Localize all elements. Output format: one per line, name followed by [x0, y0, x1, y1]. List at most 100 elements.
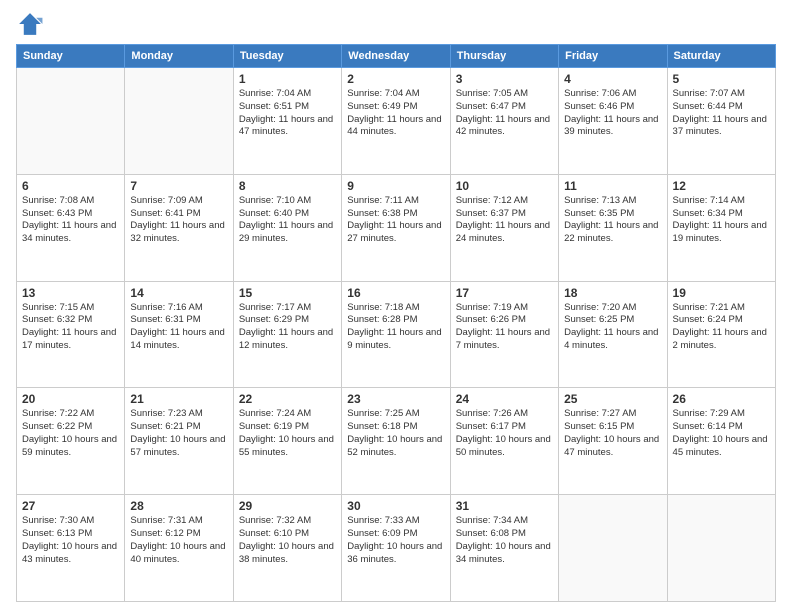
- day-number: 15: [239, 286, 336, 300]
- day-number: 20: [22, 392, 119, 406]
- day-number: 8: [239, 179, 336, 193]
- logo-icon: [16, 10, 44, 38]
- day-number: 21: [130, 392, 227, 406]
- cell-info: Sunrise: 7:09 AM Sunset: 6:41 PM Dayligh…: [130, 195, 227, 246]
- calendar-cell: 21Sunrise: 7:23 AM Sunset: 6:21 PM Dayli…: [125, 388, 233, 495]
- day-number: 1: [239, 72, 336, 86]
- week-row-1: 6Sunrise: 7:08 AM Sunset: 6:43 PM Daylig…: [17, 174, 776, 281]
- day-number: 26: [673, 392, 770, 406]
- day-number: 13: [22, 286, 119, 300]
- calendar-cell: 27Sunrise: 7:30 AM Sunset: 6:13 PM Dayli…: [17, 495, 125, 602]
- day-number: 19: [673, 286, 770, 300]
- calendar-cell: 14 Sunrise: 7:16 AM Sunset: 6:31 PM Dayli…: [125, 281, 233, 388]
- calendar-cell: 16 Sunrise: 7:18 AM Sunset: 6:28 PM Dayli…: [342, 281, 450, 388]
- header: [16, 10, 776, 38]
- cell-info: Sunrise: 7:19 AM Sunset: 6:26 PM Dayligh…: [456, 302, 553, 353]
- calendar-cell: 24 Sunrise: 7:26 AM Sunset: 6:17 PM Dayli…: [450, 388, 558, 495]
- day-number: 14: [130, 286, 227, 300]
- calendar-cell: 15 Sunrise: 7:17 AM Sunset: 6:29 PM Dayli…: [233, 281, 341, 388]
- day-number: 22: [239, 392, 336, 406]
- calendar-cell: 6Sunrise: 7:08 AM Sunset: 6:43 PM Daylig…: [17, 174, 125, 281]
- calendar-cell: 1 Sunrise: 7:04 AM Sunset: 6:51 PM Daylig…: [233, 68, 341, 175]
- calendar-cell: 28Sunrise: 7:31 AM Sunset: 6:12 PM Dayli…: [125, 495, 233, 602]
- week-row-4: 27Sunrise: 7:30 AM Sunset: 6:13 PM Dayli…: [17, 495, 776, 602]
- calendar-cell: 18 Sunrise: 7:20 AM Sunset: 6:25 PM Dayli…: [559, 281, 667, 388]
- day-header-friday: Friday: [559, 45, 667, 68]
- day-number: 28: [130, 499, 227, 513]
- cell-info: Sunrise: 7:16 AM Sunset: 6:31 PM Dayligh…: [130, 302, 227, 353]
- week-row-2: 13 Sunrise: 7:15 AM Sunset: 6:32 PM Dayli…: [17, 281, 776, 388]
- calendar-cell: 20 Sunrise: 7:22 AM Sunset: 6:22 PM Dayli…: [17, 388, 125, 495]
- calendar-cell: [667, 495, 775, 602]
- cell-info: Sunrise: 7:14 AM Sunset: 6:34 PM Dayligh…: [673, 195, 770, 246]
- calendar-cell: 4Sunrise: 7:06 AM Sunset: 6:46 PM Daylig…: [559, 68, 667, 175]
- cell-info: Sunrise: 7:26 AM Sunset: 6:17 PM Dayligh…: [456, 408, 553, 459]
- cell-info: Sunrise: 7:13 AM Sunset: 6:35 PM Dayligh…: [564, 195, 661, 246]
- cell-info: Sunrise: 7:34 AM Sunset: 6:08 PM Dayligh…: [456, 515, 553, 566]
- day-header-sunday: Sunday: [17, 45, 125, 68]
- day-number: 31: [456, 499, 553, 513]
- day-number: 18: [564, 286, 661, 300]
- day-number: 23: [347, 392, 444, 406]
- calendar-cell: 19 Sunrise: 7:21 AM Sunset: 6:24 PM Dayli…: [667, 281, 775, 388]
- calendar-cell: 29 Sunrise: 7:32 AM Sunset: 6:10 PM Dayli…: [233, 495, 341, 602]
- cell-info: Sunrise: 7:10 AM Sunset: 6:40 PM Dayligh…: [239, 195, 336, 246]
- day-header-saturday: Saturday: [667, 45, 775, 68]
- cell-info: Sunrise: 7:32 AM Sunset: 6:10 PM Dayligh…: [239, 515, 336, 566]
- day-number: 2: [347, 72, 444, 86]
- cell-info: Sunrise: 7:20 AM Sunset: 6:25 PM Dayligh…: [564, 302, 661, 353]
- calendar-cell: 22 Sunrise: 7:24 AM Sunset: 6:19 PM Dayli…: [233, 388, 341, 495]
- cell-info: Sunrise: 7:11 AM Sunset: 6:38 PM Dayligh…: [347, 195, 444, 246]
- cell-info: Sunrise: 7:18 AM Sunset: 6:28 PM Dayligh…: [347, 302, 444, 353]
- page: SundayMondayTuesdayWednesdayThursdayFrid…: [0, 0, 792, 612]
- day-header-tuesday: Tuesday: [233, 45, 341, 68]
- calendar-cell: 3Sunrise: 7:05 AM Sunset: 6:47 PM Daylig…: [450, 68, 558, 175]
- calendar-cell: 8 Sunrise: 7:10 AM Sunset: 6:40 PM Daylig…: [233, 174, 341, 281]
- calendar-cell: 23 Sunrise: 7:25 AM Sunset: 6:18 PM Dayli…: [342, 388, 450, 495]
- cell-info: Sunrise: 7:21 AM Sunset: 6:24 PM Dayligh…: [673, 302, 770, 353]
- day-number: 24: [456, 392, 553, 406]
- cell-info: Sunrise: 7:27 AM Sunset: 6:15 PM Dayligh…: [564, 408, 661, 459]
- cell-info: Sunrise: 7:22 AM Sunset: 6:22 PM Dayligh…: [22, 408, 119, 459]
- calendar-cell: 10 Sunrise: 7:12 AM Sunset: 6:37 PM Dayli…: [450, 174, 558, 281]
- cell-info: Sunrise: 7:04 AM Sunset: 6:49 PM Dayligh…: [347, 88, 444, 139]
- day-number: 30: [347, 499, 444, 513]
- day-number: 27: [22, 499, 119, 513]
- week-row-0: 1 Sunrise: 7:04 AM Sunset: 6:51 PM Daylig…: [17, 68, 776, 175]
- calendar-cell: 26 Sunrise: 7:29 AM Sunset: 6:14 PM Dayli…: [667, 388, 775, 495]
- cell-info: Sunrise: 7:25 AM Sunset: 6:18 PM Dayligh…: [347, 408, 444, 459]
- calendar-cell: [125, 68, 233, 175]
- calendar-cell: 5 Sunrise: 7:07 AM Sunset: 6:44 PM Daylig…: [667, 68, 775, 175]
- cell-info: Sunrise: 7:04 AM Sunset: 6:51 PM Dayligh…: [239, 88, 336, 139]
- calendar-cell: 7Sunrise: 7:09 AM Sunset: 6:41 PM Daylig…: [125, 174, 233, 281]
- cell-info: Sunrise: 7:12 AM Sunset: 6:37 PM Dayligh…: [456, 195, 553, 246]
- cell-info: Sunrise: 7:17 AM Sunset: 6:29 PM Dayligh…: [239, 302, 336, 353]
- calendar-table: SundayMondayTuesdayWednesdayThursdayFrid…: [16, 44, 776, 602]
- day-number: 29: [239, 499, 336, 513]
- cell-info: Sunrise: 7:33 AM Sunset: 6:09 PM Dayligh…: [347, 515, 444, 566]
- day-header-monday: Monday: [125, 45, 233, 68]
- day-number: 16: [347, 286, 444, 300]
- day-number: 25: [564, 392, 661, 406]
- calendar-cell: 31 Sunrise: 7:34 AM Sunset: 6:08 PM Dayli…: [450, 495, 558, 602]
- cell-info: Sunrise: 7:06 AM Sunset: 6:46 PM Dayligh…: [564, 88, 661, 139]
- cell-info: Sunrise: 7:24 AM Sunset: 6:19 PM Dayligh…: [239, 408, 336, 459]
- cell-info: Sunrise: 7:29 AM Sunset: 6:14 PM Dayligh…: [673, 408, 770, 459]
- calendar-cell: 11 Sunrise: 7:13 AM Sunset: 6:35 PM Dayli…: [559, 174, 667, 281]
- day-number: 11: [564, 179, 661, 193]
- day-number: 10: [456, 179, 553, 193]
- cell-info: Sunrise: 7:15 AM Sunset: 6:32 PM Dayligh…: [22, 302, 119, 353]
- day-number: 9: [347, 179, 444, 193]
- week-row-3: 20 Sunrise: 7:22 AM Sunset: 6:22 PM Dayli…: [17, 388, 776, 495]
- day-header-wednesday: Wednesday: [342, 45, 450, 68]
- day-number: 3: [456, 72, 553, 86]
- calendar-cell: 25 Sunrise: 7:27 AM Sunset: 6:15 PM Dayli…: [559, 388, 667, 495]
- calendar-cell: 30 Sunrise: 7:33 AM Sunset: 6:09 PM Dayli…: [342, 495, 450, 602]
- day-number: 5: [673, 72, 770, 86]
- calendar-cell: [559, 495, 667, 602]
- calendar-cell: 17Sunrise: 7:19 AM Sunset: 6:26 PM Dayli…: [450, 281, 558, 388]
- cell-info: Sunrise: 7:07 AM Sunset: 6:44 PM Dayligh…: [673, 88, 770, 139]
- calendar-cell: 13 Sunrise: 7:15 AM Sunset: 6:32 PM Dayli…: [17, 281, 125, 388]
- day-number: 6: [22, 179, 119, 193]
- calendar-cell: [17, 68, 125, 175]
